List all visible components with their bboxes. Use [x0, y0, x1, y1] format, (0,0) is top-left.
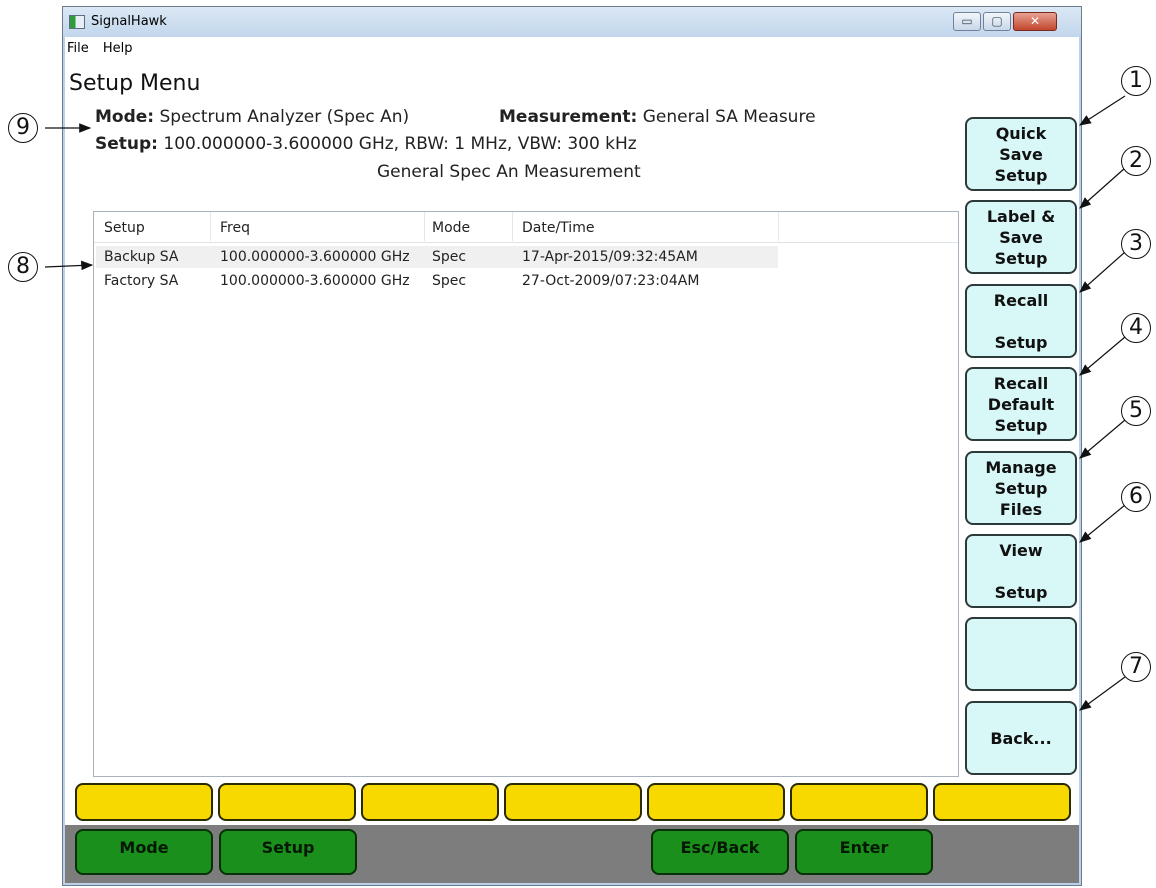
label-save-setup-button[interactable]: Label & Save Setup [965, 200, 1077, 274]
softkey-line: Default [987, 394, 1055, 414]
callout-5: 5 [1121, 396, 1151, 426]
callout-arrow [1078, 95, 1126, 126]
manage-setup-files-button[interactable]: Manage Setup Files [965, 451, 1077, 525]
softkey-line: Files [999, 499, 1043, 519]
softkey-line: Manage [985, 457, 1057, 477]
softkey-line: Quick [995, 123, 1047, 143]
softkey-line: Setup [994, 165, 1048, 185]
menu-bar: File Help [65, 39, 1079, 59]
cell-freq: 100.000000-3.600000 GHz [220, 273, 410, 289]
mode-info: Mode: Spectrum Analyzer (Spec An) [95, 107, 409, 127]
maximize-button[interactable]: ▢ [983, 12, 1011, 31]
callout-arrow [1079, 504, 1126, 543]
callout-7: 7 [1121, 652, 1151, 682]
recall-default-setup-button[interactable]: Recall Default Setup [965, 367, 1077, 441]
column-divider [512, 212, 513, 241]
callout-arrow [1079, 167, 1126, 209]
callout-4: 4 [1121, 313, 1151, 343]
mode-value: Spectrum Analyzer (Spec An) [159, 107, 410, 127]
softkey-spacer [967, 561, 1075, 582]
function-key-5[interactable] [647, 783, 785, 821]
window-title: SignalHawk [91, 14, 167, 29]
cell-datetime: 27-Oct-2009/07:23:04AM [522, 273, 700, 289]
mode-button[interactable]: Mode [75, 829, 213, 875]
softkey-line: Recall [993, 373, 1049, 393]
cell-setup: Factory SA [104, 273, 179, 289]
function-key-3[interactable] [361, 783, 499, 821]
cell-mode: Spec [432, 273, 467, 289]
main-content: Setup Menu Mode: Spectrum Analyzer (Spec… [65, 61, 1079, 825]
measurement-value: General SA Measure [642, 107, 816, 127]
softkey-line: Label & [986, 206, 1056, 226]
softkey-line: Setup [994, 332, 1048, 352]
menu-file[interactable]: File [65, 39, 89, 56]
column-divider [424, 212, 425, 241]
title-bar: SignalHawk ▭ ▢ ✕ [63, 7, 1081, 37]
enter-button[interactable]: Enter [795, 829, 933, 875]
function-key-1[interactable] [75, 783, 213, 821]
setup-button[interactable]: Setup [219, 829, 357, 875]
callout-6: 6 [1121, 482, 1151, 512]
page-title: Setup Menu [69, 71, 201, 96]
close-button[interactable]: ✕ [1013, 12, 1057, 31]
callout-arrow [1079, 251, 1126, 293]
column-divider [778, 212, 779, 241]
setup-value: 100.000000-3.600000 GHz, RBW: 1 MHz, VBW… [163, 134, 637, 154]
empty-softkey-button[interactable] [965, 617, 1077, 691]
measurement-info: Measurement: General SA Measure [499, 107, 816, 127]
softkey-line: Save [999, 227, 1043, 247]
cell-mode: Spec [432, 249, 467, 265]
minimize-button[interactable]: ▭ [953, 12, 981, 31]
table-row[interactable]: Backup SA 100.000000-3.600000 GHz Spec 1… [96, 246, 778, 268]
app-icon [69, 15, 85, 29]
softkey-spacer [967, 311, 1075, 332]
callout-2: 2 [1121, 146, 1151, 176]
table-header: Setup Freq Mode Date/Time [94, 212, 958, 243]
softkey-line: Setup [994, 478, 1048, 498]
back-button[interactable]: Back... [965, 701, 1077, 775]
bottom-bar: Mode Setup Esc/Back Enter [65, 825, 1079, 883]
softkey-line: Recall [993, 290, 1049, 310]
cell-datetime: 17-Apr-2015/09:32:45AM [522, 249, 698, 265]
measurement-label: Measurement: [499, 107, 638, 127]
callout-arrow [1079, 419, 1126, 459]
mode-label: Mode: [95, 107, 155, 127]
softkey-line: Save [999, 144, 1043, 164]
app-window: SignalHawk ▭ ▢ ✕ File Help Setup Menu Mo… [62, 6, 1082, 886]
column-header-freq[interactable]: Freq [220, 220, 250, 236]
column-header-mode[interactable]: Mode [432, 220, 470, 236]
function-key-7[interactable] [933, 783, 1071, 821]
callout-9: 9 [8, 113, 38, 143]
softkey-line: Setup [994, 582, 1048, 602]
function-key-2[interactable] [218, 783, 356, 821]
column-header-setup[interactable]: Setup [104, 220, 145, 236]
view-setup-button[interactable]: View Setup [965, 534, 1077, 608]
setup-label: Setup: [95, 134, 158, 154]
setup-files-table[interactable]: Setup Freq Mode Date/Time Backup SA 100.… [93, 211, 959, 777]
softkey-line: View [999, 540, 1043, 560]
callout-3: 3 [1121, 229, 1151, 259]
table-row[interactable]: Factory SA 100.000000-3.600000 GHz Spec … [96, 270, 778, 292]
esc-back-button[interactable]: Esc/Back [651, 829, 789, 875]
recall-setup-button[interactable]: Recall Setup [965, 284, 1077, 358]
callout-arrow [1079, 336, 1126, 376]
function-key-4[interactable] [504, 783, 642, 821]
menu-help[interactable]: Help [101, 39, 133, 56]
softkey-line: Setup [994, 415, 1048, 435]
cell-setup: Backup SA [104, 249, 179, 265]
softkey-line: Setup [994, 248, 1048, 268]
function-key-6[interactable] [790, 783, 928, 821]
quick-save-setup-button[interactable]: Quick Save Setup [965, 117, 1077, 191]
cell-freq: 100.000000-3.600000 GHz [220, 249, 410, 265]
callout-arrow [1079, 676, 1126, 711]
softkey-line: Back... [990, 728, 1052, 748]
callout-8: 8 [8, 252, 38, 282]
callout-1: 1 [1121, 66, 1151, 96]
measurement-name: General Spec An Measurement [377, 162, 641, 182]
setup-info: Setup: 100.000000-3.600000 GHz, RBW: 1 M… [95, 134, 637, 154]
column-divider [210, 212, 211, 241]
function-key-row [65, 781, 1079, 825]
column-header-datetime[interactable]: Date/Time [522, 220, 594, 236]
